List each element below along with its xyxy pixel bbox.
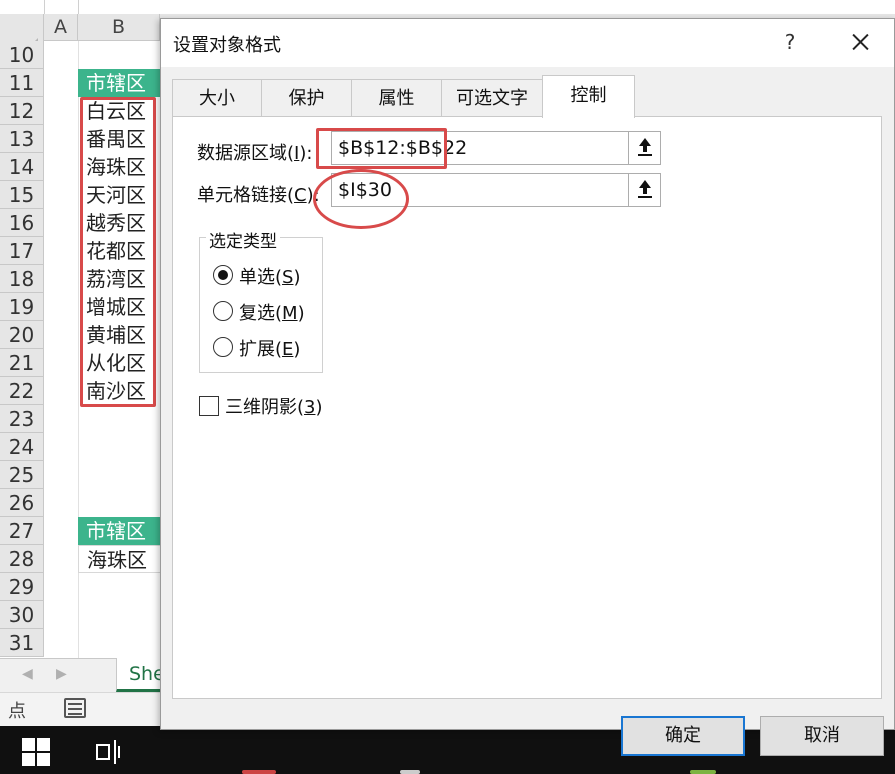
ribbon-edge [0,0,895,14]
highlight-cell-link-value [313,169,409,229]
collapse-dialog-icon[interactable] [628,131,661,165]
scroll-tabs-left-icon[interactable]: ◀ [22,666,33,682]
taskbar-app-indicator[interactable] [242,770,276,774]
row-header[interactable]: 18 [0,265,44,293]
row-header[interactable]: 19 [0,293,44,321]
windows-start-icon[interactable] [22,738,50,766]
row-header[interactable]: 16 [0,209,44,237]
row-header[interactable]: 20 [0,321,44,349]
highlight-source-range [80,97,156,407]
row-header[interactable]: 11 [0,69,44,97]
data-source-label: 数据源区域(I): [197,143,313,164]
dialog-titlebar[interactable]: 设置对象格式 ? [161,19,894,67]
row-header[interactable]: 14 [0,153,44,181]
ok-button[interactable]: 确定 [621,716,745,756]
row-header[interactable]: 27 [0,517,44,545]
close-icon[interactable] [841,25,881,59]
shading-3d-checkbox[interactable] [199,396,219,416]
sheet-tab-active[interactable]: She [116,658,166,692]
cell-b28-result-value[interactable]: 海珠区 [78,545,160,573]
radio-extend-label[interactable]: 扩展(E) [239,335,300,361]
row-header[interactable]: 24 [0,433,44,461]
cell-b11-list-header[interactable]: 市辖区 [78,69,160,97]
tab-alt-text[interactable]: 可选文字 [441,79,543,117]
row-header[interactable]: 26 [0,489,44,517]
format-object-dialog: 设置对象格式 ? 大小 保护 属性 可选文字 控制 数据源区域(I): $B$1… [160,18,895,756]
tab-control[interactable]: 控制 [542,75,635,118]
row-header[interactable]: 25 [0,461,44,489]
row-header[interactable]: 13 [0,125,44,153]
radio-multi-label[interactable]: 复选(M) [239,299,305,325]
shading-3d-label[interactable]: 三维阴影(3) [225,393,323,419]
radio-multi[interactable] [213,301,233,321]
help-button[interactable]: ? [775,27,805,57]
row-header[interactable]: 30 [0,601,44,629]
control-tab-panel: 数据源区域(I): $B$12:$B$22 单元格链接(C): $I$30 选定… [172,116,882,699]
row-header[interactable]: 29 [0,573,44,601]
taskbar-app-indicator[interactable] [690,770,716,774]
tab-size[interactable]: 大小 [172,79,262,117]
radio-single[interactable] [213,265,233,285]
cell-link-label: 单元格链接(C): [197,185,320,206]
task-view-icon[interactable] [96,740,124,764]
select-all-corner[interactable] [0,14,44,48]
column-header-b[interactable]: B [78,14,160,41]
row-header[interactable]: 21 [0,349,44,377]
tab-protection[interactable]: 保护 [261,79,352,117]
row-header[interactable]: 15 [0,181,44,209]
highlight-data-source-value [316,128,447,169]
status-text: 点 [8,701,26,722]
radio-extend[interactable] [213,337,233,357]
row-header[interactable]: 17 [0,237,44,265]
collapse-dialog-icon[interactable] [628,173,661,207]
taskbar-app-indicator[interactable] [400,770,420,774]
cancel-button[interactable]: 取消 [760,716,884,756]
row-header[interactable]: 23 [0,405,44,433]
dialog-title: 设置对象格式 [173,35,281,56]
row-header[interactable]: 22 [0,377,44,405]
row-header[interactable]: 28 [0,545,44,573]
scroll-tabs-right-icon[interactable]: ▶ [56,666,67,682]
macro-record-icon[interactable] [64,698,86,718]
tab-properties[interactable]: 属性 [351,79,442,117]
row-header[interactable]: 31 [0,629,44,657]
column-header-a[interactable]: A [44,14,78,41]
row-header[interactable]: 12 [0,97,44,125]
radio-single-label[interactable]: 单选(S) [239,263,301,289]
row-header[interactable]: 10 [0,41,44,69]
cell-b27-result-header[interactable]: 市辖区 [78,517,160,545]
selection-type-title: 选定类型 [206,227,280,252]
